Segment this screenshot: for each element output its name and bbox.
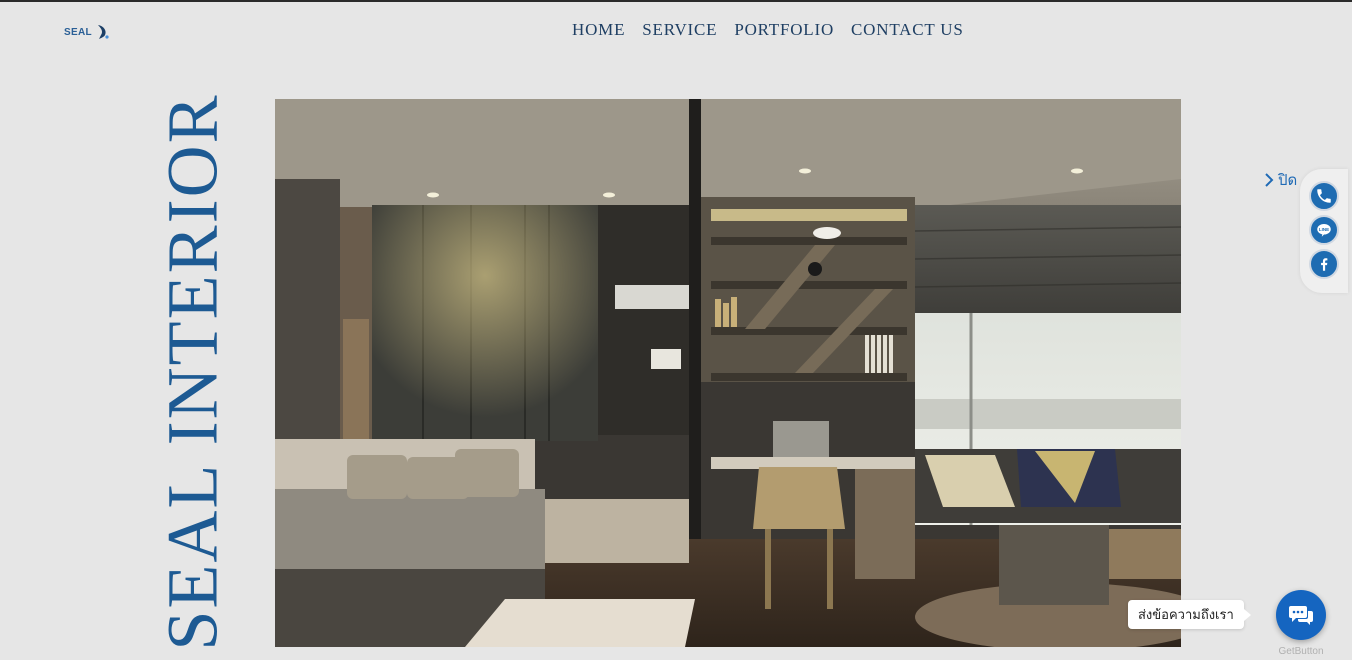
nav-contact-us[interactable]: CONTACT US: [851, 20, 964, 40]
line-icon: LINE: [1317, 224, 1331, 237]
brand-vertical-title-text: SEAL INTERIOR: [153, 93, 233, 651]
social-panel: LINE: [1300, 169, 1348, 293]
chat-icon: [1289, 606, 1313, 625]
phone-button[interactable]: [1309, 181, 1339, 211]
close-label: ปิด: [1278, 172, 1298, 189]
svg-text:LINE: LINE: [1319, 227, 1329, 232]
social-panel-close-toggle[interactable]: ปิด: [1264, 168, 1297, 192]
site-logo[interactable]: SEAL: [64, 20, 120, 44]
phone-icon: [1317, 189, 1331, 203]
nav-service[interactable]: SERVICE: [642, 20, 717, 40]
chat-button[interactable]: [1276, 590, 1326, 640]
interior-illustration: [275, 99, 1181, 647]
main-nav: HOME SERVICE PORTFOLIO CONTACT US: [572, 20, 964, 40]
brand-vertical-title: SEAL INTERIOR: [153, 93, 233, 650]
logo-text: SEAL: [64, 26, 92, 38]
hero-image: [275, 99, 1181, 647]
chat-prompt-text: ส่งข้อความถึงเรา: [1138, 608, 1234, 623]
line-button[interactable]: LINE: [1309, 215, 1339, 245]
chevron-right-icon: [1265, 173, 1274, 187]
nav-home[interactable]: HOME: [572, 20, 625, 40]
nav-portfolio[interactable]: PORTFOLIO: [734, 20, 834, 40]
seal-logo-icon: [97, 25, 109, 39]
facebook-icon: [1321, 258, 1328, 271]
chat-prompt-bubble[interactable]: ส่งข้อความถึงเรา: [1128, 600, 1251, 629]
getbutton-credit[interactable]: GetButton: [1275, 646, 1327, 657]
facebook-button[interactable]: [1309, 249, 1339, 279]
